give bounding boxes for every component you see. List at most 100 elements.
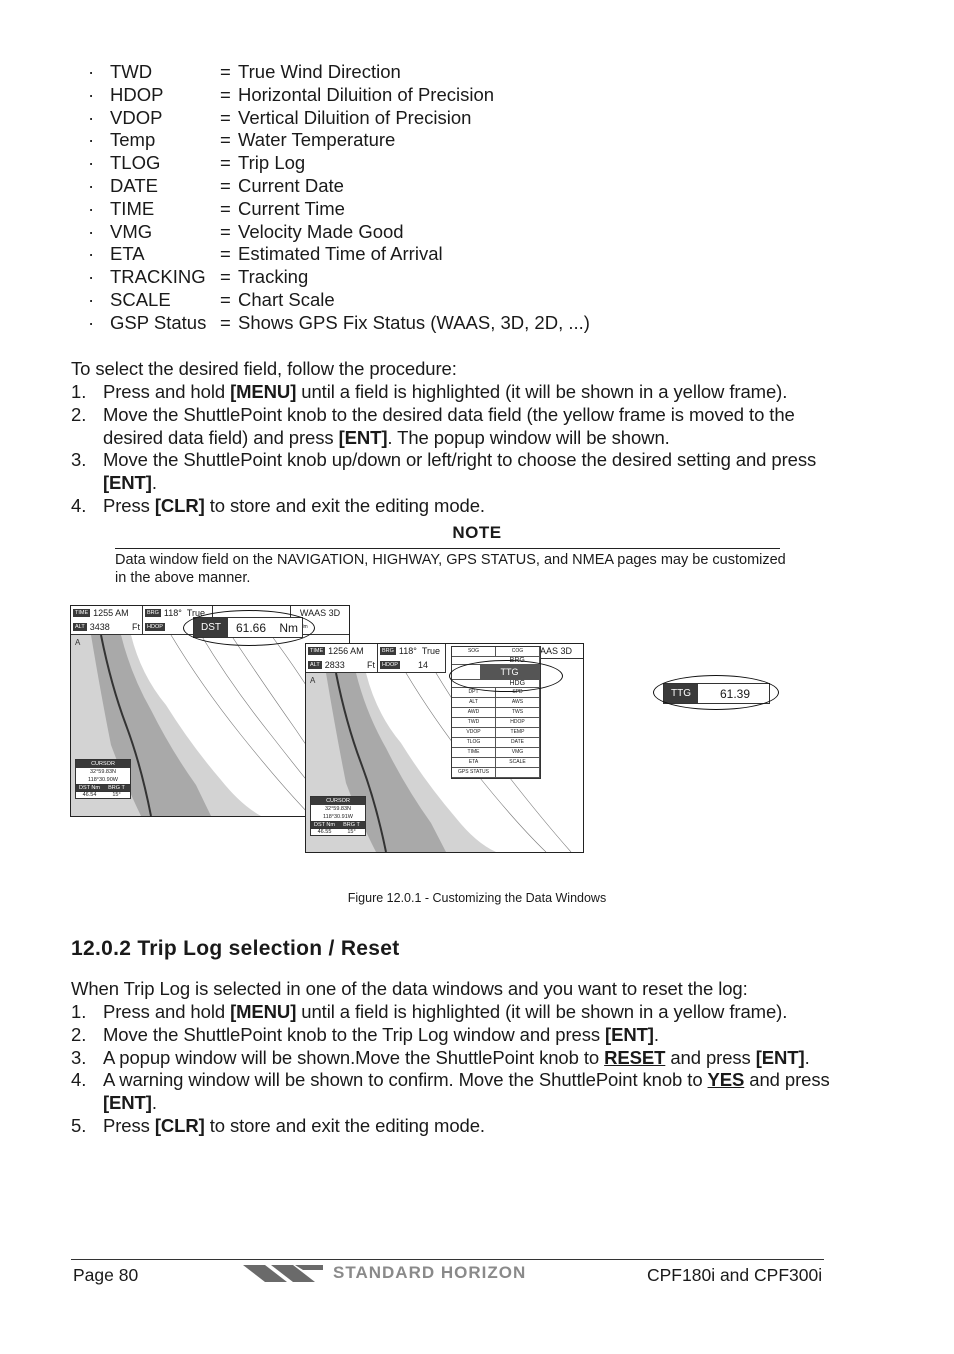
popup-option[interactable]: HDOP: [496, 718, 540, 727]
key-name: [ENT]: [338, 426, 388, 448]
chart-map: [543, 702, 821, 882]
step-text: Press [CLR] to store and exit the editin…: [103, 495, 831, 518]
popup-option[interactable]: BRG: [496, 657, 540, 664]
highlighted-field-ttg: TTG 61.39: [663, 683, 770, 704]
field-select-popup: SOG COG BRG TTG HDG DPT SPD ALT AWS AWD TWS TWD HDOP…: [451, 646, 541, 779]
step-number: 2.: [71, 403, 87, 425]
step-text-part: .: [151, 472, 157, 494]
highlighted-field-dst: DST 61.66 Nm: [193, 617, 303, 638]
key-name: [ENT]: [755, 1046, 805, 1068]
brg-value: 118°: [633, 675, 652, 685]
popup-option[interactable]: [496, 768, 540, 777]
popup-option[interactable]: ETA: [452, 758, 496, 767]
definition-abbr: TRACKING: [110, 266, 206, 288]
bullet: ·: [88, 243, 95, 265]
equals-sign: =: [220, 106, 231, 128]
cursor-title: CURSOR: [76, 760, 130, 768]
hdop-value: 1: [674, 689, 680, 699]
cursor-box: CURSOR 32°59.83N 118°30.90W DST Nm BRG T …: [75, 759, 131, 799]
brand-name: STANDARD HORIZON: [333, 1263, 527, 1282]
definition-abbr: Temp: [110, 129, 156, 151]
bullet: ·: [88, 129, 95, 151]
hdop-value: 2: [204, 622, 210, 632]
brg-tag: BRG: [615, 676, 631, 684]
step-text-part: to store and exit the editing mode.: [204, 494, 485, 516]
alt-unit: Ft: [602, 689, 610, 699]
popup-option[interactable]: TIME: [452, 748, 496, 757]
brg-ref: Tru: [656, 675, 671, 685]
time-value: 7 AM: [589, 675, 610, 685]
brg-ref: True: [186, 608, 206, 618]
step-text-part: Press: [103, 1114, 155, 1136]
step-text-part: Press and hold: [103, 1001, 231, 1022]
step-text-part: .: [804, 1046, 810, 1068]
definition-row: · TRACKING = Tracking: [88, 266, 590, 289]
step-text-part: Move the ShuttlePoint knob up/down or le…: [103, 449, 817, 471]
dst-value: 46.54: [82, 792, 97, 798]
step-number: 4.: [71, 494, 87, 516]
step-text-part: until a field is highlighted (it will be…: [296, 381, 788, 402]
highlight-ellipse: [449, 660, 563, 692]
footer-divider: [71, 1259, 824, 1260]
definition-row: · Temp = Water Temperature: [88, 129, 590, 152]
time-value: 1255 AM: [93, 608, 129, 618]
step-text-part: . The popup window will be shown.: [387, 426, 670, 448]
dst-value: 46.55: [552, 861, 567, 867]
popup-option[interactable]: TEMP: [496, 728, 540, 737]
definition-meaning: Water Temperature: [238, 129, 396, 151]
cursor-lon: 118°30.90W: [88, 777, 118, 783]
section-intro: When Trip Log is selected in one of the …: [71, 978, 748, 999]
procedure-steps: 1. Press and hold [MENU] until a field is…: [71, 381, 831, 518]
popup-option[interactable]: VDOP: [452, 728, 496, 737]
field-label: DST: [194, 618, 228, 637]
equals-sign: =: [220, 288, 231, 310]
step-item: 3. A popup window will be shown.Move the …: [71, 1047, 831, 1070]
step-text: Press [CLR] to store and exit the editin…: [103, 1115, 831, 1138]
popup-option[interactable]: COG: [496, 647, 540, 656]
popup-option[interactable]: AWS: [496, 698, 540, 707]
popup-selected-option[interactable]: TTG: [480, 665, 540, 679]
page-number: Page 80: [73, 1265, 139, 1285]
popup-option[interactable]: SOG: [452, 647, 496, 656]
highlight-ellipse: [653, 675, 779, 710]
alt-tag: ALT: [308, 661, 322, 669]
screen-2: A TIME 1256 AM BRG 118° True ALT 2833 Ft HDO…: [305, 643, 584, 853]
cursor-title: CURSOR: [311, 797, 365, 805]
popup-option[interactable]: VMG: [496, 748, 540, 757]
step-item: 3. Move the ShuttlePoint knob up/down or …: [71, 449, 831, 495]
popup-option[interactable]: SPD: [496, 688, 540, 697]
popup-option[interactable]: DPT: [452, 688, 496, 697]
popup-option[interactable]: DATE: [496, 738, 540, 747]
definition-meaning: Current Time: [238, 197, 345, 219]
popup-option[interactable]: GPS STATUS: [452, 768, 496, 777]
time-tag: TIME: [73, 609, 91, 617]
definition-row: · VMG = Velocity Made Good: [88, 221, 590, 244]
popup-option[interactable]: TWD: [452, 718, 496, 727]
step-number: 2.: [71, 1023, 87, 1045]
popup-option[interactable]: SCALE: [496, 758, 540, 767]
bullet: ·: [88, 220, 95, 242]
popup-option[interactable]: AWD: [452, 708, 496, 717]
definition-abbr: VDOP: [110, 106, 163, 128]
cursor-box: DST Nm BRG T 46.55 15°: [545, 853, 601, 868]
alt-tag: ALT: [73, 623, 87, 631]
brg-value: 118°: [398, 646, 417, 656]
data-bar-row-2: ALT 3438 Ft HDOP 2 0.5Nm: [71, 620, 349, 635]
field-value: 61.39: [720, 686, 751, 701]
definition-meaning: Tracking: [238, 266, 309, 288]
definition-abbr: ETA: [110, 243, 145, 265]
step-item: 5. Press [CLR] to store and exit the edit…: [71, 1115, 831, 1138]
popup-option[interactable]: ALT: [452, 698, 496, 707]
chart-map: A: [71, 635, 349, 816]
popup-option[interactable]: TLOG: [452, 738, 496, 747]
alt-value: 3438: [89, 622, 110, 632]
step-text: A warning window will be shown to confir…: [103, 1069, 831, 1115]
popup-option[interactable]: TWS: [496, 708, 540, 717]
bullet: ·: [88, 288, 95, 310]
brg-value: 15°: [582, 861, 591, 867]
screen-1: A TIME 1255 AM BRG 118° True WAAS 3D ALT 34…: [70, 605, 350, 817]
time-value: 1256 AM: [328, 646, 364, 656]
highlight-ellipse: [183, 610, 315, 646]
popup-option[interactable]: HDG: [496, 680, 540, 687]
definition-abbr: DATE: [110, 174, 158, 196]
